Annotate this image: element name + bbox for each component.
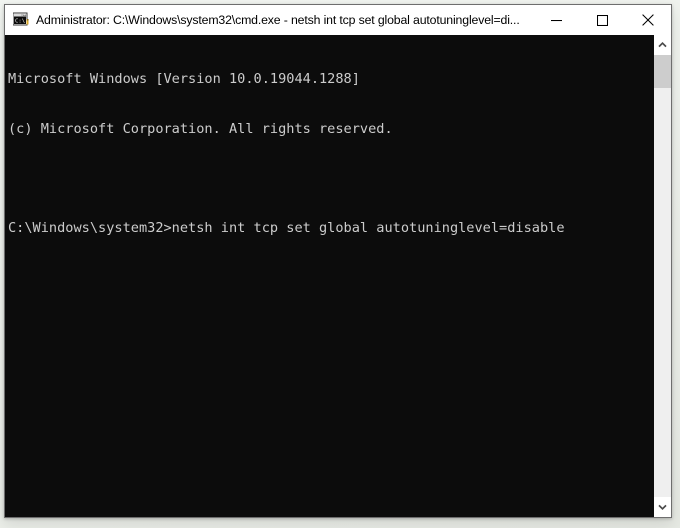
minimize-button[interactable] — [533, 5, 579, 35]
console-output[interactable]: Microsoft Windows [Version 10.0.19044.12… — [5, 35, 653, 517]
scrollbar-up-button[interactable] — [654, 35, 671, 55]
window-title: Administrator: C:\Windows\system32\cmd.e… — [36, 13, 520, 27]
title-bar[interactable]: C:\ Administrator: C:\Windows\system32\c… — [5, 5, 671, 35]
console-line-command: C:\Windows\system32>netsh int tcp set gl… — [8, 219, 565, 236]
close-button[interactable] — [625, 5, 671, 35]
scrollbar-down-button[interactable] — [654, 497, 671, 517]
vertical-scrollbar[interactable] — [653, 35, 671, 517]
console-line: (c) Microsoft Corporation. All rights re… — [8, 120, 393, 137]
scrollbar-thumb[interactable] — [654, 55, 671, 88]
console-line: Microsoft Windows [Version 10.0.19044.12… — [8, 71, 360, 87]
maximize-button[interactable] — [579, 5, 625, 35]
window-controls — [533, 5, 671, 35]
close-icon — [642, 14, 654, 26]
cmd-exe-icon: C:\ — [13, 12, 29, 26]
console-area[interactable]: Microsoft Windows [Version 10.0.19044.12… — [5, 35, 671, 517]
cmd-window: C:\ Administrator: C:\Windows\system32\c… — [4, 4, 672, 518]
scrollbar-track[interactable] — [654, 55, 671, 497]
minimize-icon — [550, 19, 562, 21]
chevron-up-icon — [658, 42, 667, 48]
maximize-icon — [596, 14, 608, 26]
svg-text:C:\: C:\ — [15, 18, 25, 24]
chevron-down-icon — [658, 504, 667, 510]
